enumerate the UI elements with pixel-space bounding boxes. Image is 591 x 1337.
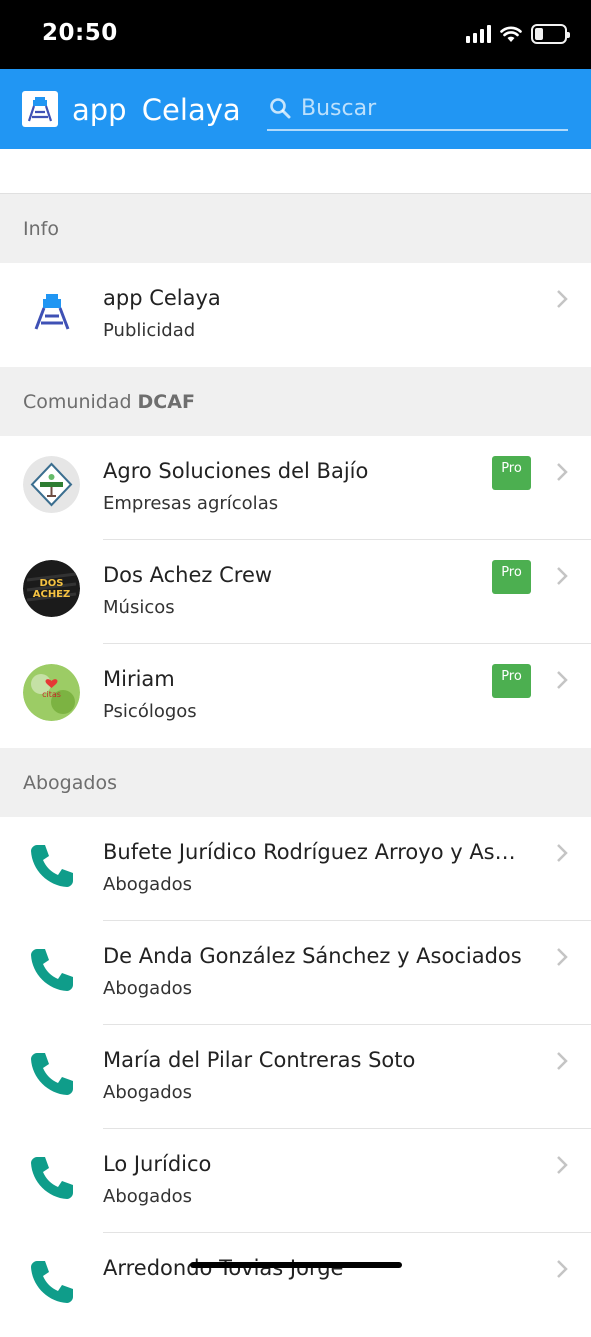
avatar: DOS ACHEZ — [23, 560, 80, 617]
item-title: De Anda González Sánchez y Asociados — [103, 944, 522, 968]
chevron-right-icon — [557, 567, 568, 585]
chevron-right-icon — [557, 671, 568, 689]
search-icon — [270, 98, 291, 119]
item-title: Dos Achez Crew — [103, 563, 273, 587]
item-subtitle: Psicólogos — [103, 701, 197, 722]
section-header-abogados: Abogados — [0, 748, 591, 817]
chevron-right-icon — [557, 1156, 568, 1174]
item-title: Bufete Jurídico Rodríguez Arroyo y Asoc… — [103, 840, 528, 864]
water-tower-logo — [22, 91, 58, 127]
list-item-app-celaya[interactable]: app Celaya Publicidad — [0, 263, 591, 367]
svg-text:citas: citas — [42, 690, 61, 699]
svg-text:ACHEZ: ACHEZ — [33, 589, 71, 600]
item-title: Arredondo Tovias Jorge — [103, 1256, 344, 1280]
phone-icon[interactable] — [23, 1045, 80, 1102]
item-subtitle: Abogados — [103, 1082, 193, 1103]
list-item-agro-soluciones[interactable]: Agro Soluciones del Bajío Empresas agríc… — [0, 436, 591, 540]
chevron-right-icon — [557, 1260, 568, 1278]
phone-icon[interactable] — [23, 941, 80, 998]
item-subtitle: Empresas agrícolas — [103, 493, 279, 514]
list-item-arredondo-tovias[interactable]: Arredondo Tovias Jorge — [0, 1233, 591, 1337]
status-bar: 20:50 — [0, 0, 591, 69]
list-item-de-anda-gonzalez[interactable]: De Anda González Sánchez y Asociados Abo… — [0, 921, 591, 1025]
phone-icon[interactable] — [23, 837, 80, 894]
chevron-right-icon — [557, 463, 568, 481]
app-title: app Celaya — [72, 93, 241, 127]
battery-icon — [531, 24, 570, 44]
wifi-icon — [500, 26, 522, 42]
pro-badge: Pro — [492, 560, 531, 594]
section-header-comunidad: Comunidad DCAF — [0, 367, 591, 436]
chevron-right-icon — [557, 844, 568, 862]
search-bar[interactable] — [267, 93, 568, 131]
chevron-right-icon — [557, 948, 568, 966]
list-item-dos-achez-crew[interactable]: DOS ACHEZ Dos Achez Crew Músicos Pro — [0, 540, 591, 644]
avatar — [23, 456, 80, 513]
item-title: María del Pilar Contreras Soto — [103, 1048, 416, 1072]
cellular-signal-icon — [466, 25, 491, 43]
item-subtitle: Publicidad — [103, 320, 196, 341]
section-header-bold: DCAF — [137, 390, 195, 413]
item-title: app Celaya — [103, 286, 221, 310]
item-title: Lo Jurídico — [103, 1152, 212, 1176]
pro-badge: Pro — [492, 664, 531, 698]
section-header-info: Info — [0, 194, 591, 263]
status-icons — [466, 24, 570, 44]
item-subtitle: Abogados — [103, 874, 193, 895]
search-input[interactable] — [301, 93, 561, 123]
item-subtitle: Abogados — [103, 978, 193, 999]
chevron-right-icon — [557, 290, 568, 308]
svg-text:DOS: DOS — [39, 578, 63, 589]
app-bar: app Celaya — [0, 69, 591, 149]
phone-icon[interactable] — [23, 1149, 80, 1206]
item-subtitle: Abogados — [103, 1186, 193, 1207]
pro-badge: Pro — [492, 456, 531, 490]
list-item-bufete-juridico[interactable]: Bufete Jurídico Rodríguez Arroyo y Asoc…… — [0, 817, 591, 921]
list-item-maria-del-pilar[interactable]: María del Pilar Contreras Soto Abogados — [0, 1025, 591, 1129]
main-list[interactable]: Info app Celaya Publicidad Comunidad DCA… — [0, 149, 591, 1337]
chevron-right-icon — [557, 1052, 568, 1070]
phone-icon[interactable] — [23, 1253, 80, 1310]
status-time: 20:50 — [42, 20, 118, 46]
item-subtitle: Músicos — [103, 597, 175, 618]
home-indicator[interactable] — [190, 1262, 402, 1268]
water-tower-icon — [23, 283, 80, 340]
item-title: Miriam — [103, 667, 175, 691]
list-item-miriam[interactable]: citas Miriam Psicólogos Pro — [0, 644, 591, 748]
top-spacer — [0, 149, 591, 194]
avatar: citas — [23, 664, 80, 721]
section-header-prefix: Comunidad — [23, 390, 132, 413]
item-title: Agro Soluciones del Bajío — [103, 459, 369, 483]
list-item-lo-juridico[interactable]: Lo Jurídico Abogados — [0, 1129, 591, 1233]
